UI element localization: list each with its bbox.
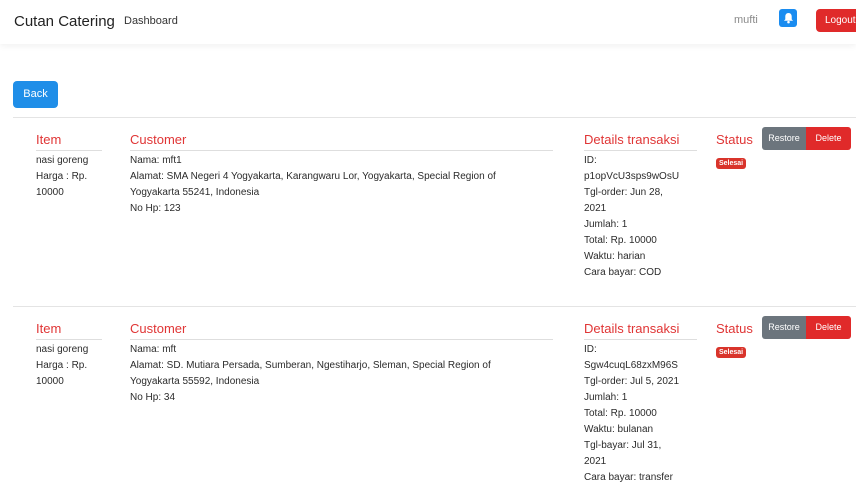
bell-icon bbox=[783, 12, 793, 24]
details-line: 2021 bbox=[584, 456, 607, 467]
details-line: Waktu: bulanan bbox=[584, 424, 654, 435]
customer-column: Customer Nama: mft Alamat: SD. Mutiara P… bbox=[130, 321, 553, 406]
details-header: Details transaksi bbox=[584, 321, 697, 340]
details-line: ID: bbox=[584, 344, 597, 355]
logout-button[interactable]: Logout bbox=[816, 9, 856, 32]
customer-address-line: Yogyakarta 55592, Indonesia bbox=[130, 376, 260, 387]
customer-column: Customer Nama: mft1 Alamat: SMA Negeri 4… bbox=[130, 132, 553, 217]
status-header: Status bbox=[716, 321, 753, 336]
status-badge: Selesai bbox=[716, 158, 747, 169]
details-line: Total: Rp. 10000 bbox=[584, 235, 657, 246]
customer-phone: No Hp: 34 bbox=[130, 392, 176, 403]
details-line: ID: bbox=[584, 155, 597, 166]
details-line: p1opVcU3sps9wOsU bbox=[584, 171, 680, 182]
details-line: Tgl-order: Jun 28, bbox=[584, 187, 663, 198]
customer-address-line: Alamat: SD. Mutiara Persada, Sumberan, N… bbox=[130, 360, 491, 371]
user-name[interactable]: mufti bbox=[734, 14, 758, 26]
notification-button[interactable] bbox=[779, 9, 797, 27]
restore-button[interactable]: Restore bbox=[762, 127, 806, 150]
details-header: Details transaksi bbox=[584, 132, 697, 151]
item-header: Item bbox=[36, 321, 102, 340]
item-price-label: Harga : Rp. bbox=[36, 360, 88, 371]
delete-button[interactable]: Delete bbox=[806, 316, 851, 339]
details-line: Waktu: harian bbox=[584, 251, 646, 262]
top-navbar: Cutan Catering Dashboard mufti Logout bbox=[0, 0, 856, 44]
order-card: Item nasi goreng Harga : Rp. 10000 Custo… bbox=[13, 117, 856, 307]
customer-header: Customer bbox=[130, 321, 553, 340]
details-line: Tgl-order: Jul 5, 2021 bbox=[584, 376, 680, 387]
details-line: Jumlah: 1 bbox=[584, 219, 628, 230]
details-line: Cara bayar: transfer bbox=[584, 472, 673, 483]
item-price-value: 10000 bbox=[36, 376, 64, 387]
customer-header: Customer bbox=[130, 132, 553, 151]
delete-button[interactable]: Delete bbox=[806, 127, 851, 150]
status-column: Status Selesai bbox=[716, 132, 760, 170]
details-line: Jumlah: 1 bbox=[584, 392, 628, 403]
item-price-value: 10000 bbox=[36, 187, 64, 198]
status-badge: Selesai bbox=[716, 347, 747, 358]
customer-address-line: Alamat: SMA Negeri 4 Yogyakarta, Karangw… bbox=[130, 171, 496, 182]
brand-logo[interactable]: Cutan Catering bbox=[14, 13, 115, 30]
customer-address-line: Yogyakarta 55241, Indonesia bbox=[130, 187, 260, 198]
details-line: 2021 bbox=[584, 203, 607, 214]
details-line: Sgw4cuqL68zxM96S bbox=[584, 360, 678, 371]
customer-phone: No Hp: 123 bbox=[130, 203, 181, 214]
customer-name: Nama: mft1 bbox=[130, 155, 182, 166]
item-name: nasi goreng bbox=[36, 155, 89, 166]
restore-button[interactable]: Restore bbox=[762, 316, 806, 339]
details-line: Cara bayar: COD bbox=[584, 267, 662, 278]
item-header: Item bbox=[36, 132, 102, 151]
item-column: Item nasi goreng Harga : Rp. 10000 bbox=[36, 321, 102, 390]
order-card: Item nasi goreng Harga : Rp. 10000 Custo… bbox=[13, 306, 856, 503]
customer-name: Nama: mft bbox=[130, 344, 177, 355]
status-column: Status Selesai bbox=[716, 321, 760, 359]
details-line: Tgl-bayar: Jul 31, bbox=[584, 440, 662, 451]
item-column: Item nasi goreng Harga : Rp. 10000 bbox=[36, 132, 102, 201]
details-column: Details transaksi ID: p1opVcU3sps9wOsU T… bbox=[584, 132, 697, 281]
nav-dashboard-link[interactable]: Dashboard bbox=[124, 15, 178, 27]
details-column: Details transaksi ID: Sgw4cuqL68zxM96S T… bbox=[584, 321, 697, 486]
details-line: Total: Rp. 10000 bbox=[584, 408, 657, 419]
item-name: nasi goreng bbox=[36, 344, 89, 355]
item-price-label: Harga : Rp. bbox=[36, 171, 88, 182]
back-button[interactable]: Back bbox=[13, 81, 58, 108]
status-header: Status bbox=[716, 132, 753, 147]
